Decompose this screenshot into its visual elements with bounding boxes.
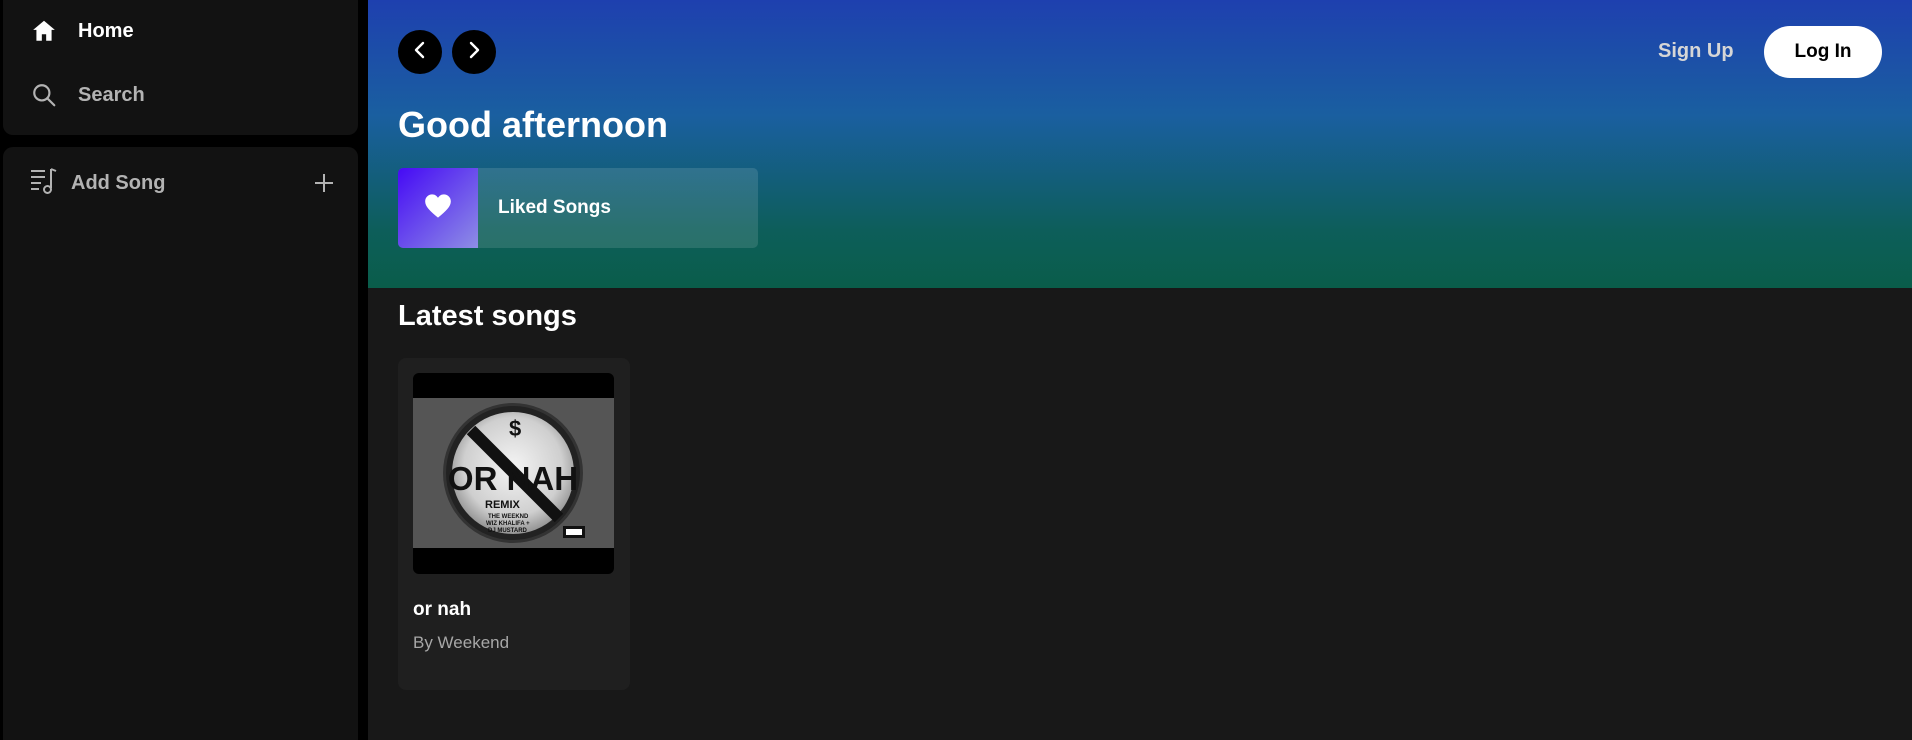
sidebar-item-home[interactable]: Home bbox=[29, 11, 134, 51]
cover-credit: WIZ KHALIFA + bbox=[486, 521, 530, 527]
back-button[interactable] bbox=[398, 30, 442, 74]
hero-header: Sign Up Log In Good afternoon Liked Song… bbox=[368, 0, 1912, 288]
forward-button[interactable] bbox=[452, 30, 496, 74]
main-content: Sign Up Log In Good afternoon Liked Song… bbox=[368, 0, 1912, 740]
page-title: Good afternoon bbox=[398, 104, 668, 145]
sidebar-library: Add Song bbox=[3, 147, 358, 740]
login-button[interactable]: Log In bbox=[1764, 26, 1882, 78]
liked-songs-card[interactable]: Liked Songs bbox=[398, 168, 758, 248]
chevron-left-icon bbox=[410, 40, 430, 65]
playlist-add-icon bbox=[29, 166, 59, 201]
cover-credit: THE WEEKND bbox=[488, 514, 529, 520]
chevron-right-icon bbox=[464, 40, 484, 65]
song-title: or nah bbox=[413, 599, 472, 620]
cover-credit: DJ MUSTARD bbox=[488, 528, 528, 534]
plus-icon[interactable] bbox=[309, 168, 339, 198]
song-artist: By Weekend bbox=[413, 633, 510, 652]
signup-button[interactable]: Sign Up bbox=[1658, 40, 1734, 63]
album-cover: $ OR NAH REMIX THE WEEKND WIZ KHALIFA + … bbox=[413, 373, 614, 574]
add-song-row[interactable]: Add Song bbox=[29, 165, 339, 201]
liked-songs-label: Liked Songs bbox=[498, 197, 611, 218]
sidebar-item-label: Search bbox=[78, 83, 145, 106]
song-card[interactable]: $ OR NAH REMIX THE WEEKND WIZ KHALIFA + … bbox=[398, 358, 630, 690]
heart-icon bbox=[424, 193, 452, 224]
cover-remix: REMIX bbox=[485, 499, 521, 511]
sidebar-item-search[interactable]: Search bbox=[29, 75, 145, 115]
cover-title: OR NAH bbox=[448, 460, 578, 497]
search-icon bbox=[29, 80, 59, 110]
svg-text:$: $ bbox=[509, 416, 521, 441]
app-window: Home Search Add Song Sign Up Log In Good… bbox=[0, 0, 1912, 740]
liked-songs-thumb bbox=[398, 168, 478, 248]
home-icon bbox=[29, 16, 59, 46]
add-song-label: Add Song bbox=[71, 171, 166, 194]
section-title: Latest songs bbox=[398, 300, 577, 332]
sidebar-item-label: Home bbox=[78, 19, 134, 42]
sidebar-nav: Home Search bbox=[3, 0, 358, 135]
cover-art: $ OR NAH REMIX THE WEEKND WIZ KHALIFA + … bbox=[413, 398, 614, 548]
